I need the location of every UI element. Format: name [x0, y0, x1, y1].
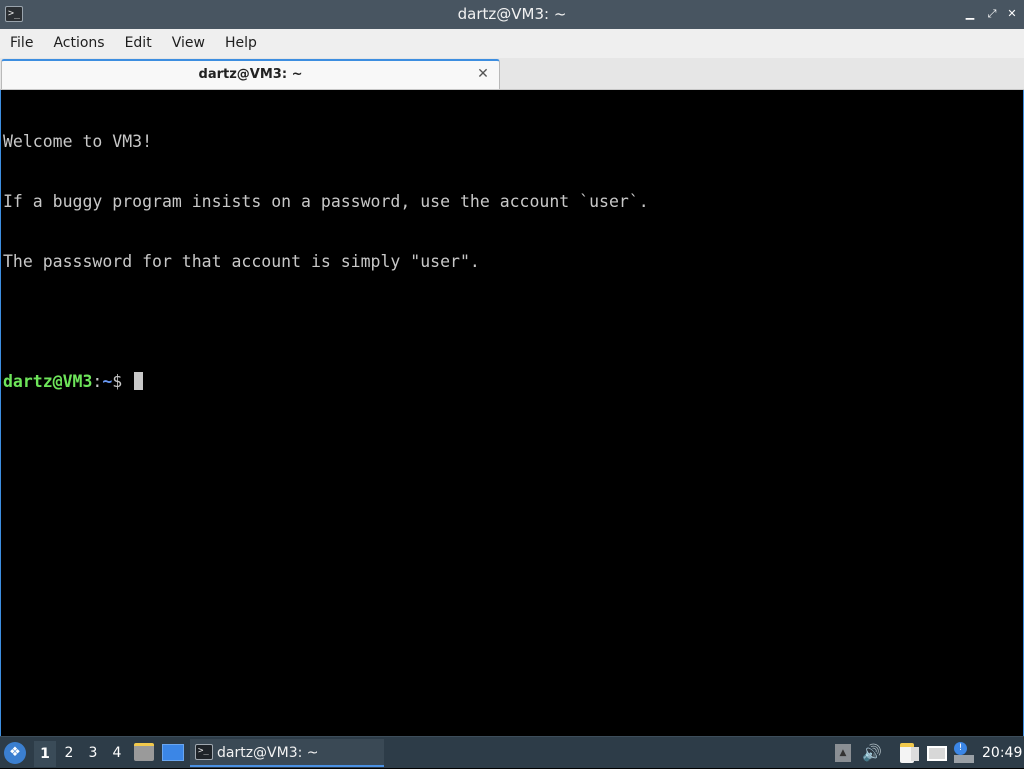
tab-bar: dartz@VM3: ~ ✕: [0, 58, 1024, 90]
prompt-path: ~: [102, 372, 113, 391]
close-window-button[interactable]: ✕: [1004, 6, 1020, 22]
prompt-user-host: dartz@VM3: [3, 372, 93, 391]
taskbar: ❖ 1 2 3 4 >_ dartz@VM3: ~ ▲ 🔊 ! 20:49: [0, 736, 1024, 768]
window-titlebar[interactable]: >_ dartz@VM3: ~ ▁ ⤢ ✕: [0, 0, 1024, 29]
prompt-symbol: $: [112, 372, 133, 391]
workspace-4[interactable]: 4: [106, 737, 128, 769]
volume-icon[interactable]: 🔊: [862, 737, 882, 769]
clipboard-icon-page: [911, 747, 919, 761]
menu-view[interactable]: View: [162, 29, 215, 58]
menu-file[interactable]: File: [0, 29, 43, 58]
terminal-line: If a buggy program insists on a password…: [3, 192, 649, 211]
taskbar-item-terminal[interactable]: >_ dartz@VM3: ~: [190, 739, 384, 767]
update-notifier-base: [954, 755, 974, 763]
prompt-separator: :: [92, 372, 103, 391]
window-title: dartz@VM3: ~: [457, 5, 567, 23]
taskbar-item-label: dartz@VM3: ~: [217, 745, 319, 761]
menu-help[interactable]: Help: [215, 29, 267, 58]
workspace-2[interactable]: 2: [58, 737, 80, 769]
terminal-icon: >_: [195, 744, 213, 760]
clock[interactable]: 20:49: [982, 737, 1022, 769]
file-manager-icon[interactable]: [134, 743, 154, 761]
terminal-line: Welcome to VM3!: [3, 132, 153, 151]
terminal-prompt-line: dartz@VM3:~$: [3, 372, 1021, 392]
workspace-3[interactable]: 3: [82, 737, 104, 769]
update-notifier-icon[interactable]: !: [954, 742, 967, 755]
menu-actions[interactable]: Actions: [43, 29, 114, 58]
network-icon[interactable]: [927, 746, 947, 761]
menu-edit[interactable]: Edit: [115, 29, 162, 58]
terminal-line: The passsword for that account is simply…: [3, 252, 480, 271]
terminal-cursor: [134, 372, 144, 390]
terminal-output[interactable]: Welcome to VM3! If a buggy program insis…: [0, 90, 1024, 736]
minimize-button[interactable]: ▁: [962, 6, 978, 22]
menu-bar: File Actions Edit View Help: [0, 29, 1024, 58]
maximize-button[interactable]: ⤢: [984, 6, 1000, 22]
workspace-1[interactable]: 1: [34, 741, 56, 767]
tab-terminal[interactable]: dartz@VM3: ~ ✕: [1, 59, 500, 89]
close-tab-icon[interactable]: ✕: [475, 66, 491, 82]
tray-expand-icon[interactable]: ▲: [835, 744, 851, 762]
lxqt-start-icon[interactable]: ❖: [4, 742, 26, 764]
tab-label: dartz@VM3: ~: [198, 67, 303, 82]
show-desktop-icon[interactable]: [162, 744, 184, 761]
